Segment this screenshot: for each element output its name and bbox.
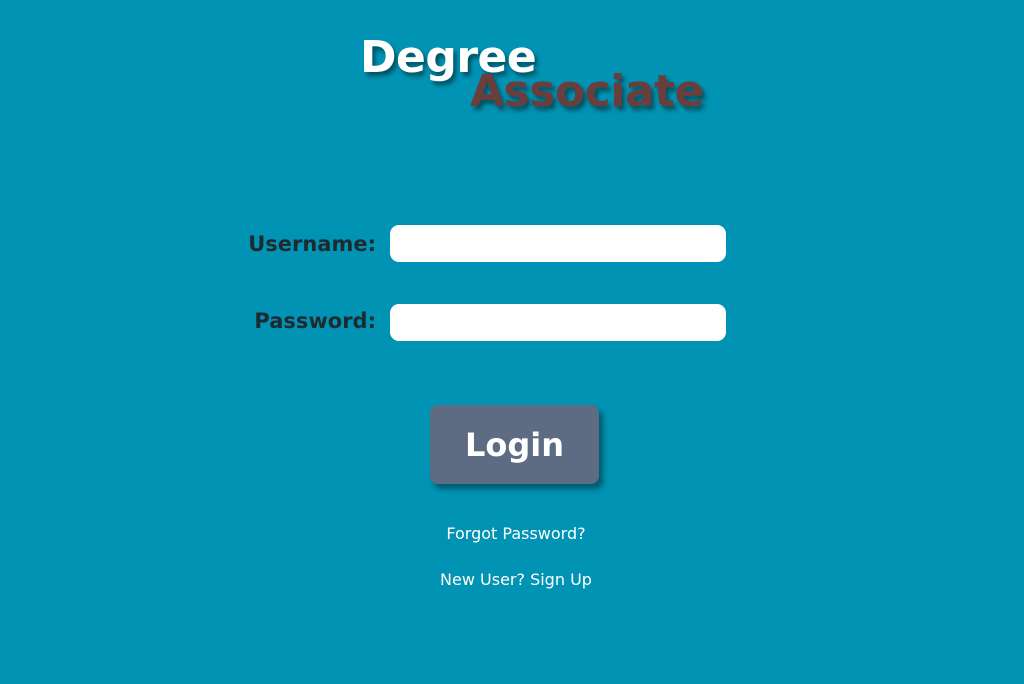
logo-word-associate: Associate [470,66,704,117]
forgot-password-link[interactable]: Forgot Password? [446,524,585,543]
forgot-password-row: Forgot Password? [0,524,1024,543]
username-input[interactable] [390,225,726,262]
username-label: Username: [248,232,376,256]
password-input[interactable] [390,304,726,341]
app-logo: Degree Associate [360,30,704,120]
sign-up-link[interactable]: New User? Sign Up [440,570,592,589]
sign-up-row: New User? Sign Up [0,570,1024,589]
login-button[interactable]: Login [430,405,599,484]
password-label: Password: [254,309,376,333]
